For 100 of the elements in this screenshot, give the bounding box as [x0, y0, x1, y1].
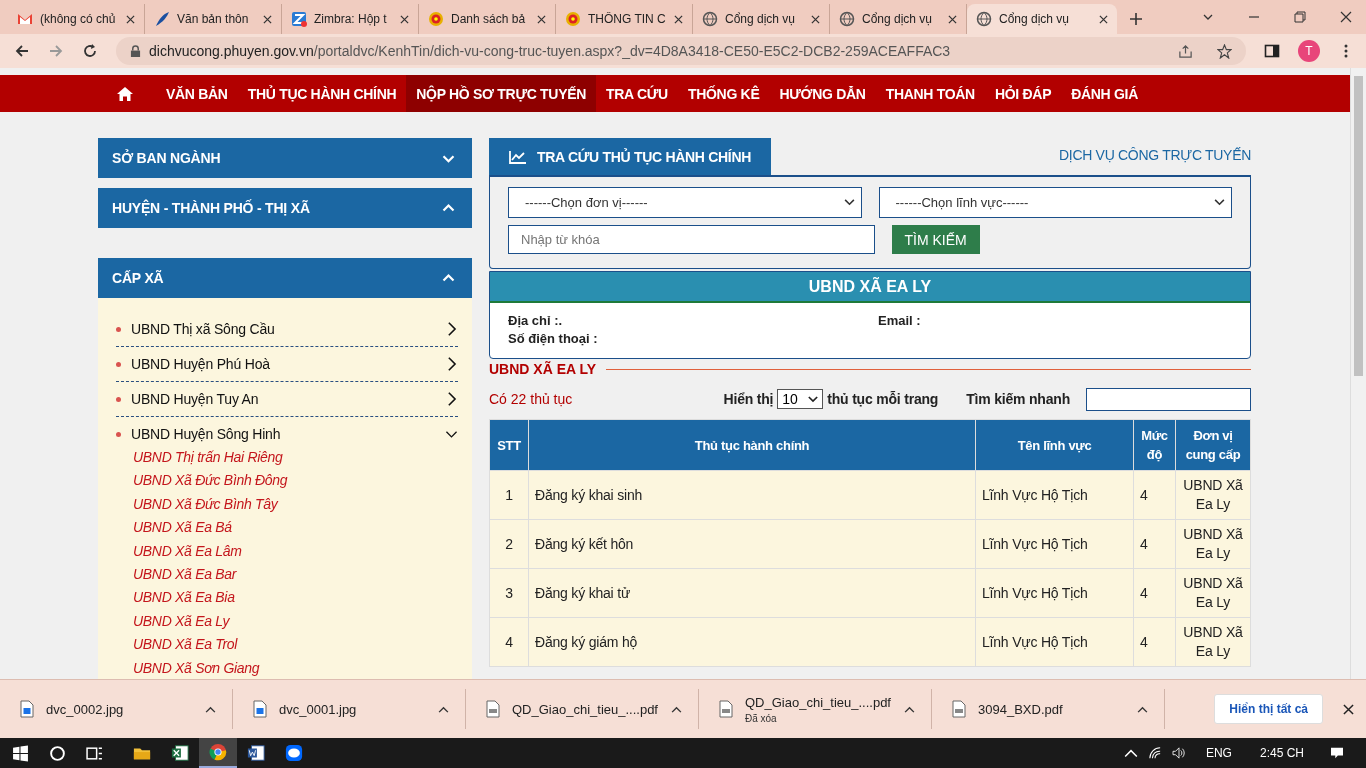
search-icon[interactable]: [49, 744, 66, 762]
commune-link[interactable]: UBND Xã Ea Lâm: [133, 539, 458, 563]
show-all-button[interactable]: Hiển thị tất cả: [1214, 694, 1323, 724]
mail-icon: [17, 11, 33, 27]
bullet-icon: [116, 361, 121, 367]
commune-link[interactable]: UBND Xã Sơn Giang: [133, 656, 458, 679]
service-link[interactable]: DỊCH VỤ CÔNG TRỰC TUYẾN: [1059, 146, 1251, 163]
download-item[interactable]: QD_Giao_chi_tieu_....pdf Đã xóa: [699, 689, 932, 729]
close-icon[interactable]: [1343, 703, 1354, 715]
accordion-header[interactable]: SỞ BAN NGÀNH: [98, 138, 472, 178]
browser-app-icon[interactable]: [199, 738, 237, 768]
page-size-select[interactable]: 10: [777, 389, 824, 409]
download-item[interactable]: 3094_BXD.pdf: [932, 689, 1165, 729]
district-link[interactable]: UBND Huyện Sông Hinh: [131, 426, 435, 442]
nav-link[interactable]: THANH TOÁN: [875, 75, 985, 112]
close-icon[interactable]: [263, 14, 272, 24]
nav-link[interactable]: ĐÁNH GIÁ: [1061, 75, 1148, 112]
table-cell: Lĩnh Vực Hộ Tịch: [975, 617, 1134, 667]
table-cell: UBND Xã Ea Ly: [1175, 519, 1251, 569]
speaker-icon[interactable]: [1171, 747, 1186, 759]
quick-search-label: Tìm kiếm nhanh: [966, 391, 1070, 407]
star-icon[interactable]: [1217, 43, 1232, 59]
close-icon[interactable]: [400, 14, 409, 24]
table-cell[interactable]: Đăng ký giám hộ: [528, 617, 976, 667]
quick-search-field[interactable]: [1086, 387, 1251, 411]
nav-link[interactable]: HỎI ĐÁP: [984, 75, 1062, 112]
reload-icon[interactable]: [82, 43, 98, 59]
column-header: Thủ tục hành chính: [528, 419, 976, 471]
caret-icon[interactable]: [1137, 705, 1148, 713]
unit-select[interactable]: ------Chọn đơn vị------: [508, 187, 862, 218]
accordion-header[interactable]: HUYỆN - THÀNH PHỐ - THỊ XÃ: [98, 188, 472, 228]
column-header: Đơn vị cung cấp: [1175, 419, 1251, 471]
district-link[interactable]: UBND Thị xã Sông Cầu: [131, 321, 435, 337]
new-tab-icon[interactable]: [1129, 12, 1143, 26]
pdf-file-icon: [952, 700, 966, 718]
wifi-icon[interactable]: [1147, 747, 1162, 759]
tab-title: Cổng dịch vụ: [999, 12, 1071, 26]
language-indicator[interactable]: ENG: [1205, 746, 1232, 760]
chevron-right-icon[interactable]: [445, 391, 458, 407]
field-select[interactable]: ------Chọn lĩnh vực------: [878, 187, 1232, 218]
nav-link[interactable]: HƯỚNG DẪN: [769, 75, 876, 112]
globe-icon: [702, 11, 718, 27]
table-cell[interactable]: Đăng ký khai sinh: [528, 470, 976, 520]
dropdown-icon: [1214, 199, 1225, 206]
restore-icon[interactable]: [1294, 11, 1306, 23]
commune-link[interactable]: UBND Xã Ea Trol: [133, 633, 458, 657]
nav-link[interactable]: NỘP HỒ SƠ TRỰC TUYẾN: [406, 75, 597, 112]
commune-link[interactable]: UBND Xã Ea Bia: [133, 586, 458, 610]
notification-icon[interactable]: [1330, 747, 1344, 759]
address-bar[interactable]: dichvucong.phuyen.gov.vn/portaldvc/KenhTin/dich-vu-cong-truc-tuyen.aspx?_dv=4D8A3418-CE50-E5C2-DCB2-259ACEAFFAC3: [116, 37, 1246, 65]
close-icon[interactable]: [537, 14, 546, 24]
chevron-right-icon[interactable]: [445, 321, 458, 337]
task-view-icon[interactable]: [86, 744, 103, 762]
keyword-field[interactable]: Nhập từ khóa: [508, 225, 875, 254]
table-cell[interactable]: Đăng ký kết hôn: [528, 519, 976, 569]
commune-link[interactable]: UBND Xã Ea Bá: [133, 516, 458, 540]
nav-link[interactable]: THỐNG KÊ: [677, 75, 770, 112]
windows-start-icon[interactable]: [12, 744, 29, 762]
image-file-icon: [20, 700, 34, 718]
dropdown-icon: [808, 395, 819, 403]
nav-link[interactable]: VĂN BẢN: [156, 75, 238, 112]
browser-tab[interactable]: Cổng dịch vụ: [967, 4, 1117, 34]
caret-icon[interactable]: [671, 705, 682, 713]
download-item[interactable]: dvc_0001.jpg: [233, 689, 466, 729]
download-item[interactable]: dvc_0002.jpg: [0, 689, 233, 729]
back-icon[interactable]: [14, 43, 30, 59]
close-icon[interactable]: [126, 14, 135, 24]
caret-icon[interactable]: [1123, 747, 1138, 759]
chevron-right-icon[interactable]: [445, 356, 458, 372]
close-icon[interactable]: [811, 14, 820, 24]
sidebar-icon[interactable]: [1264, 43, 1280, 59]
commune-link[interactable]: UBND Xã Đức Bình Đông: [133, 469, 458, 493]
search-button[interactable]: TÌM KIẾM: [891, 225, 980, 254]
clock[interactable]: 2:45 CH: [1259, 746, 1304, 760]
share-icon[interactable]: [1178, 43, 1193, 59]
home-icon[interactable]: [116, 85, 134, 102]
caret-icon[interactable]: [438, 705, 449, 713]
commune-link[interactable]: UBND Thị trấn Hai Riêng: [133, 446, 458, 470]
table-cell: Lĩnh Vực Hộ Tịch: [975, 470, 1134, 520]
close-icon[interactable]: [948, 14, 957, 24]
nav-link[interactable]: THỦ TỤC HÀNH CHÍNH: [237, 75, 407, 112]
close-icon[interactable]: [674, 14, 683, 24]
close-icon[interactable]: [1099, 14, 1108, 24]
table-cell[interactable]: Đăng ký khai tử: [528, 568, 976, 618]
district-link[interactable]: UBND Huyện Tuy An: [131, 391, 435, 407]
district-link[interactable]: UBND Huyện Phú Hoà: [131, 356, 435, 372]
nav-link[interactable]: TRA CỨU: [596, 75, 678, 112]
download-item[interactable]: QD_Giao_chi_tieu_....pdf: [466, 689, 699, 729]
commune-link[interactable]: UBND Xã Ea Ly: [133, 609, 458, 634]
scrollbar[interactable]: [1350, 68, 1366, 679]
close-icon[interactable]: [1340, 11, 1352, 23]
commune-link[interactable]: UBND Xã Ea Bar: [133, 562, 458, 587]
commune-link[interactable]: UBND Xã Đức Bình Tây: [133, 492, 458, 517]
emblem-icon: [565, 11, 581, 27]
caret-icon[interactable]: [205, 705, 216, 713]
search-tab[interactable]: TRA CỨU THỦ TỤC HÀNH CHÍNH: [489, 138, 772, 175]
accordion-header[interactable]: CẤP XÃ: [98, 258, 472, 298]
file-name: QD_Giao_chi_tieu_....pdf: [512, 701, 659, 717]
profile-avatar[interactable]: T: [1298, 40, 1320, 62]
caret-icon[interactable]: [904, 705, 915, 713]
